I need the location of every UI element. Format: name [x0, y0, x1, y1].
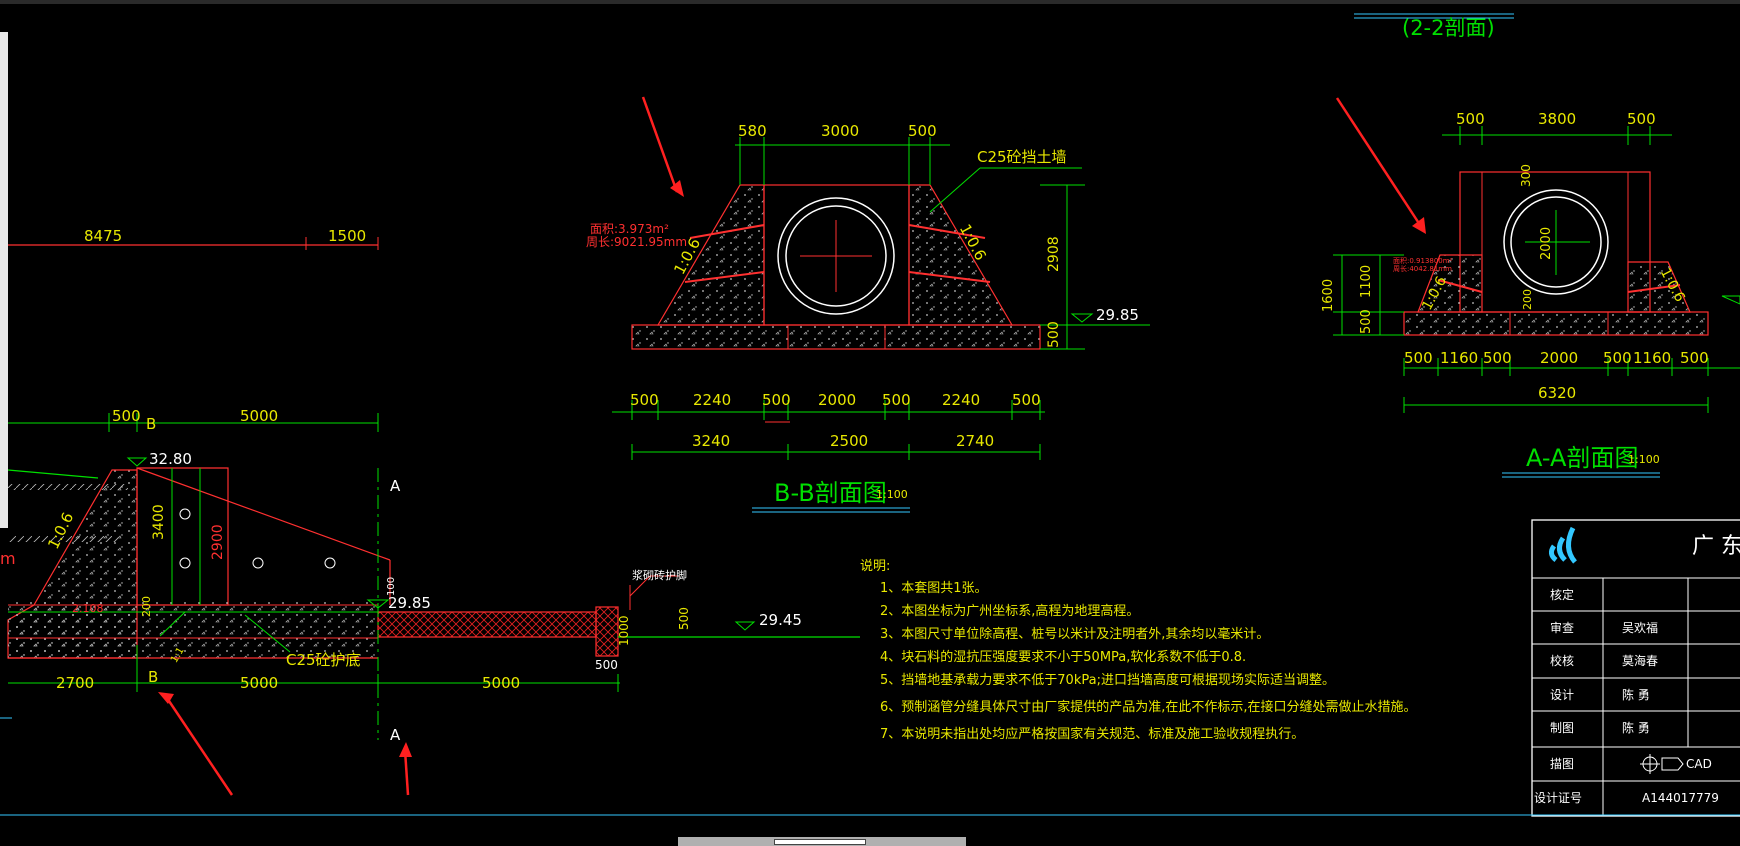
aa-dim-b1: 500	[1404, 349, 1433, 367]
note-item: 1、本套图共1张。	[880, 581, 988, 596]
aa-dim-500-vertical: 500	[1359, 309, 1374, 334]
bb-dim-c2: 2500	[830, 432, 869, 450]
aa-perimeter: 周长:4042.81mm	[1393, 265, 1452, 273]
dim-5000-top: 5000	[240, 407, 279, 425]
aa-dim-b7: 500	[1680, 349, 1709, 367]
bb-dim-500: 500	[908, 122, 937, 140]
dim-8475: 8475	[84, 227, 123, 245]
aa-dim-300: 300	[1519, 164, 1533, 187]
fragment-m: m	[0, 549, 16, 568]
dim-2900: 2900	[210, 524, 226, 560]
dim-5000-a: 5000	[240, 674, 279, 692]
bb-scale: 1:100	[876, 488, 908, 501]
dim-1500: 1500	[328, 227, 367, 245]
tb-label-trace: 描图	[1550, 757, 1575, 771]
company-name: 广 东	[1692, 534, 1740, 559]
title-block	[1531, 519, 1740, 817]
bb-dim-b3: 500	[762, 391, 791, 409]
aa-dim-total: 6320	[1538, 384, 1577, 402]
note-item: 7、本说明未指出处均应严格按国家有关规范、标准及施工验收规程执行。	[880, 727, 1305, 742]
dim-2-108: 2.108	[72, 602, 104, 615]
aa-dim-b4: 2000	[1540, 349, 1579, 367]
elevation-29-85-left: 29.85	[388, 594, 431, 612]
label-a-bottom: A	[390, 726, 401, 744]
tb-label-draft: 制图	[1550, 721, 1575, 735]
elevation-32-80: 32.80	[149, 450, 192, 468]
tb-value-design: 陈 勇	[1622, 688, 1650, 702]
tb-label-check: 校核	[1550, 654, 1575, 668]
tb-label-cert: 设计证号	[1534, 791, 1583, 805]
aa-title: A-A剖面图	[1526, 444, 1639, 472]
tb-value-review: 吴欢福	[1622, 621, 1659, 635]
note-item: 4、块石料的湿抗压强度要求不小于50MPa,软化系数不低于0.8.	[880, 650, 1247, 665]
dim-500-endwall-v: 500	[677, 607, 691, 630]
aa-dim-b3: 500	[1483, 349, 1512, 367]
dim-200: 200	[140, 596, 153, 617]
tb-value-cert: A144017779	[1642, 791, 1719, 805]
section-aa	[1333, 13, 1740, 478]
bb-dim-3000: 3000	[821, 122, 860, 140]
aa-dim-b2: 1160	[1440, 349, 1479, 367]
scrollbar-thumb[interactable]	[774, 839, 866, 845]
bb-dim-b1: 500	[630, 391, 659, 409]
left-panel-edge	[0, 32, 8, 528]
tb-label-review: 审查	[1550, 621, 1575, 635]
aa-dim-2000: 2000	[1539, 226, 1554, 260]
aa-scale: 1:100	[1628, 453, 1660, 466]
bb-wall-label: C25砼挡土墙	[977, 148, 1067, 166]
company-logo-icon	[1548, 526, 1577, 564]
aa-dim-1100: 1100	[1359, 264, 1374, 298]
bb-dim-c3: 2740	[956, 432, 995, 450]
bb-title: B-B剖面图	[774, 479, 887, 507]
bb-dim-b5: 500	[882, 391, 911, 409]
bb-dim-580: 580	[738, 122, 767, 140]
tb-value-check: 莫海春	[1622, 654, 1659, 668]
aa-dim-t1: 500	[1456, 110, 1485, 128]
elevation-29-45: 29.45	[759, 611, 802, 629]
aa-dim-200: 200	[1521, 289, 1534, 310]
dim-3400: 3400	[151, 504, 167, 540]
dim-2700: 2700	[56, 674, 95, 692]
bb-dim-b7: 500	[1012, 391, 1041, 409]
aa-dim-b5: 500	[1603, 349, 1632, 367]
aa-area: 面积:0.913800m²	[1393, 257, 1453, 265]
label-a-top: A	[390, 477, 401, 495]
tb-value-trace: CAD	[1686, 757, 1712, 771]
tb-label-design: 设计	[1550, 688, 1575, 702]
bb-area: 面积:3.973m²	[590, 222, 669, 236]
bb-dim-2908: 2908	[1046, 236, 1062, 272]
bb-dim-b2: 2240	[693, 391, 732, 409]
bb-dim-500-vertical: 500	[1046, 321, 1062, 348]
aa-fragment-title: (2-2剖面)	[1402, 16, 1495, 40]
design-notes: 说明: 1、本套图共1张。 2、本图坐标为广州坐标系,高程为地理高程。 3、本图…	[860, 560, 1417, 741]
dim-1000: 1000	[617, 615, 631, 646]
aa-dim-t3: 500	[1627, 110, 1656, 128]
aa-dim-b6: 1160	[1633, 349, 1672, 367]
notes-heading: 说明:	[860, 559, 891, 574]
bb-dim-c1: 3240	[692, 432, 731, 450]
bb-dim-b6: 2240	[942, 391, 981, 409]
horizontal-scrollbar[interactable]	[678, 837, 966, 846]
note-item: 2、本图坐标为广州坐标系,高程为地理高程。	[880, 604, 1140, 619]
tb-value-draft: 陈 勇	[1622, 721, 1650, 735]
tb-label-approve: 核定	[1550, 588, 1575, 602]
note-item: 5、挡墙地基承载力要求不低于70kPa;进口挡墙高度可根据现场实际适当调整。	[880, 673, 1335, 688]
bb-dim-b4: 2000	[818, 391, 857, 409]
aa-dim-1600: 1600	[1321, 278, 1336, 312]
aa-dim-t2: 3800	[1538, 110, 1577, 128]
dim-500-endwall: 500	[595, 658, 618, 672]
label-b-bottom: B	[148, 668, 159, 686]
label-endwall: 浆砌砖护脚	[632, 569, 687, 582]
label-c25-floor: C25砼护底	[286, 651, 361, 669]
label-b-top: B	[146, 415, 157, 433]
note-item: 3、本图尺寸单位除高程、桩号以米计及注明者外,其余均以毫米计。	[880, 627, 1270, 642]
bb-elevation: 29.85	[1096, 306, 1139, 324]
section-bb	[612, 137, 1150, 513]
dim-5000-b: 5000	[482, 674, 521, 692]
note-item: 6、预制涵管分缝具体尺寸由厂家提供的产品为准,在此不作标示,在接口分缝处需做止水…	[880, 700, 1417, 715]
dim-500-top: 500	[112, 407, 141, 425]
bb-perimeter: 周长:9021.95mm	[586, 235, 688, 249]
